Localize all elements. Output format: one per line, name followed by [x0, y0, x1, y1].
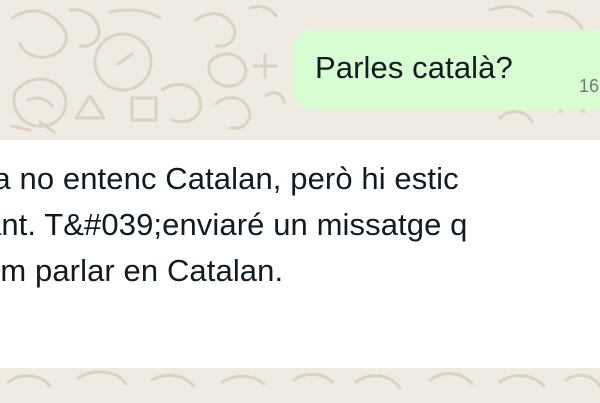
outgoing-message-bubble[interactable]: Parles català? 16	[293, 30, 600, 110]
outgoing-message-time: 16	[579, 76, 600, 96]
incoming-message-bubble[interactable]: ra no entenc Catalan, però hi estic llan…	[0, 140, 600, 368]
incoming-message-line-2: llant. T&#039;enviaré un missatge q	[0, 207, 468, 242]
outgoing-message-text: Parles català?	[315, 50, 513, 85]
incoming-message-line-1: ra no entenc Catalan, però hi estic	[0, 161, 459, 196]
incoming-message-line-3: em parlar en Catalan.	[0, 253, 284, 288]
